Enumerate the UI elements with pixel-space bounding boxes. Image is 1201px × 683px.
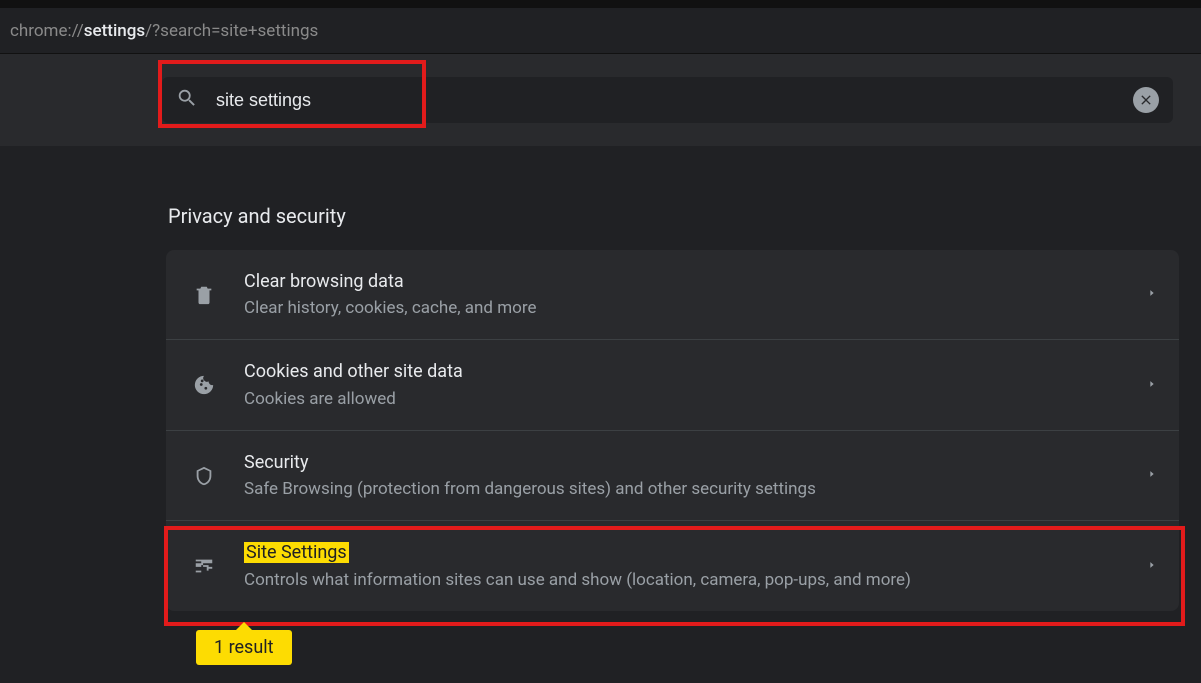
url-suffix: /?search=site+settings xyxy=(145,21,318,41)
settings-search-box[interactable] xyxy=(162,77,1173,123)
row-text: Cookies and other site data Cookies are … xyxy=(244,360,1147,409)
row-sub: Safe Browsing (protection from dangerous… xyxy=(244,478,1147,500)
row-clear-browsing-data[interactable]: Clear browsing data Clear history, cooki… xyxy=(166,250,1179,340)
row-cookies[interactable]: Cookies and other site data Cookies are … xyxy=(166,340,1179,430)
tune-icon xyxy=(192,555,216,577)
settings-header xyxy=(0,54,1201,146)
row-sub: Controls what information sites can use … xyxy=(244,569,1147,591)
cookie-icon xyxy=(192,374,216,396)
window-top-strip xyxy=(0,0,1201,8)
url-bar[interactable]: chrome://settings/?search=site+settings xyxy=(0,8,1201,54)
row-title: Clear browsing data xyxy=(244,270,1147,293)
row-sub: Cookies are allowed xyxy=(244,388,1147,410)
row-text: Security Safe Browsing (protection from … xyxy=(244,451,1147,500)
highlighted-match: Site Settings xyxy=(244,542,349,563)
row-title: Site Settings xyxy=(244,541,1147,564)
trash-icon xyxy=(192,284,216,306)
settings-card: Clear browsing data Clear history, cooki… xyxy=(166,250,1179,611)
search-icon xyxy=(176,87,198,113)
chevron-right-icon xyxy=(1147,376,1157,395)
url-bold: settings xyxy=(84,21,145,41)
section-title: Privacy and security xyxy=(166,204,1179,228)
chevron-right-icon xyxy=(1147,285,1157,304)
shield-icon xyxy=(192,465,216,487)
result-count-badge: 1 result xyxy=(196,630,292,665)
chevron-right-icon xyxy=(1147,466,1157,485)
row-text: Clear browsing data Clear history, cooki… xyxy=(244,270,1147,319)
row-title: Security xyxy=(244,451,1147,474)
row-security[interactable]: Security Safe Browsing (protection from … xyxy=(166,431,1179,521)
clear-search-button[interactable] xyxy=(1133,87,1159,113)
search-input[interactable] xyxy=(216,90,1123,111)
row-sub: Clear history, cookies, cache, and more xyxy=(244,297,1147,319)
url-prefix: chrome:// xyxy=(10,21,84,41)
row-text: Site Settings Controls what information … xyxy=(244,541,1147,590)
row-title: Cookies and other site data xyxy=(244,360,1147,383)
chevron-right-icon xyxy=(1147,557,1157,576)
settings-content: Privacy and security Clear browsing data… xyxy=(0,146,1201,611)
row-site-settings[interactable]: Site Settings Controls what information … xyxy=(166,521,1179,610)
